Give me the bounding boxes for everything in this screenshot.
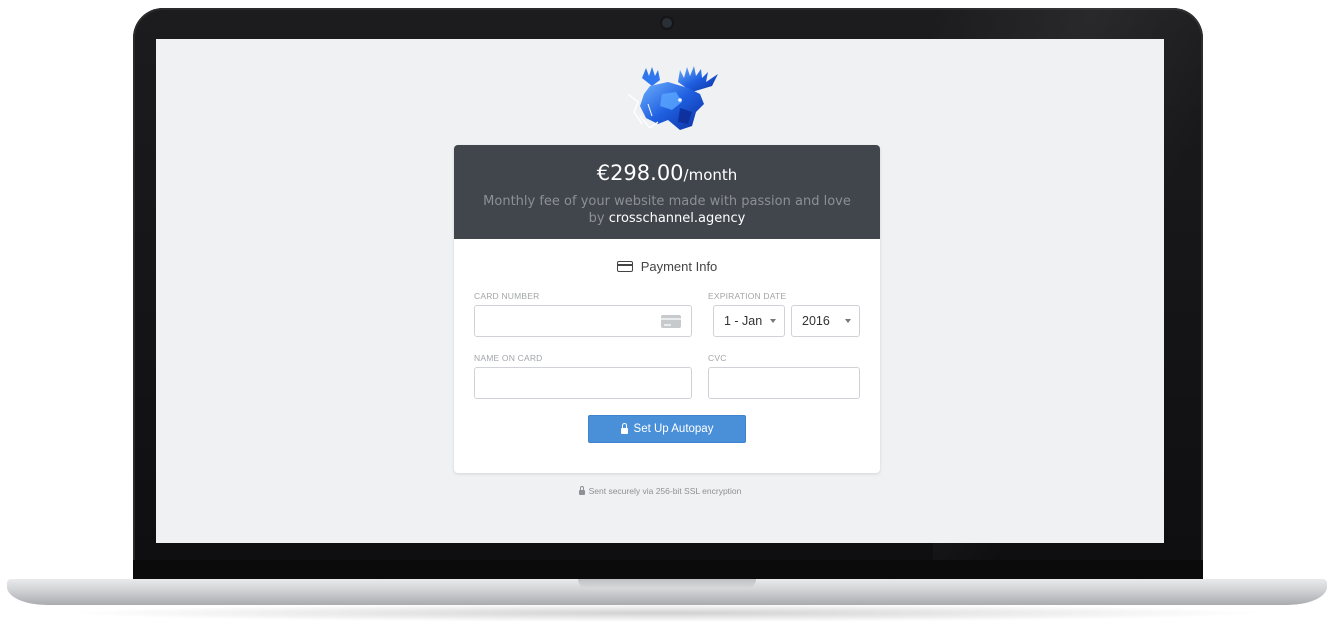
price: €298.00/month bbox=[454, 145, 880, 185]
set-up-autopay-button[interactable]: Set Up Autopay bbox=[588, 415, 746, 443]
expiration-year-select[interactable]: 2016 bbox=[791, 305, 860, 337]
name-on-card-input[interactable] bbox=[474, 367, 692, 399]
name-on-card-label: NAME ON CARD bbox=[474, 353, 543, 363]
payment-card: €298.00/month Monthly fee of your websit… bbox=[454, 145, 880, 473]
laptop-screen: €298.00/month Monthly fee of your websit… bbox=[156, 39, 1164, 543]
price-amount: €298.00 bbox=[596, 161, 684, 185]
card-number-label: CARD NUMBER bbox=[474, 291, 540, 301]
cvc-input[interactable] bbox=[708, 367, 860, 399]
expiration-date-label: EXPIRATION DATE bbox=[708, 291, 787, 301]
payment-info-heading: Payment Info bbox=[454, 259, 880, 274]
month-value: 1 - Jan bbox=[724, 314, 763, 328]
credit-card-icon bbox=[661, 315, 681, 328]
secure-note-text: Sent securely via 256-bit SSL encryption bbox=[588, 486, 742, 496]
laptop-shadow bbox=[60, 604, 1270, 622]
expiration-month-select[interactable]: 1 - Jan bbox=[713, 305, 785, 337]
lock-icon bbox=[578, 485, 585, 495]
cvc-label: CVC bbox=[708, 353, 727, 363]
pricing-description: Monthly fee of your website made with pa… bbox=[454, 193, 880, 227]
webcam bbox=[662, 18, 672, 28]
lock-icon bbox=[620, 422, 628, 434]
moose-logo bbox=[627, 66, 718, 130]
secure-note: Sent securely via 256-bit SSL encryption bbox=[156, 485, 1164, 496]
price-period: /month bbox=[683, 166, 738, 184]
button-label: Set Up Autopay bbox=[633, 423, 714, 435]
chevron-down-icon bbox=[845, 319, 851, 323]
agency-link[interactable]: crosschannel.agency bbox=[609, 211, 746, 226]
year-value: 2016 bbox=[802, 314, 830, 328]
laptop-notch bbox=[578, 579, 756, 589]
section-title-text: Payment Info bbox=[640, 259, 718, 274]
chevron-down-icon bbox=[770, 319, 776, 323]
credit-card-icon bbox=[616, 261, 633, 272]
pricing-header: €298.00/month Monthly fee of your websit… bbox=[454, 145, 880, 239]
card-number-input[interactable] bbox=[474, 305, 692, 337]
